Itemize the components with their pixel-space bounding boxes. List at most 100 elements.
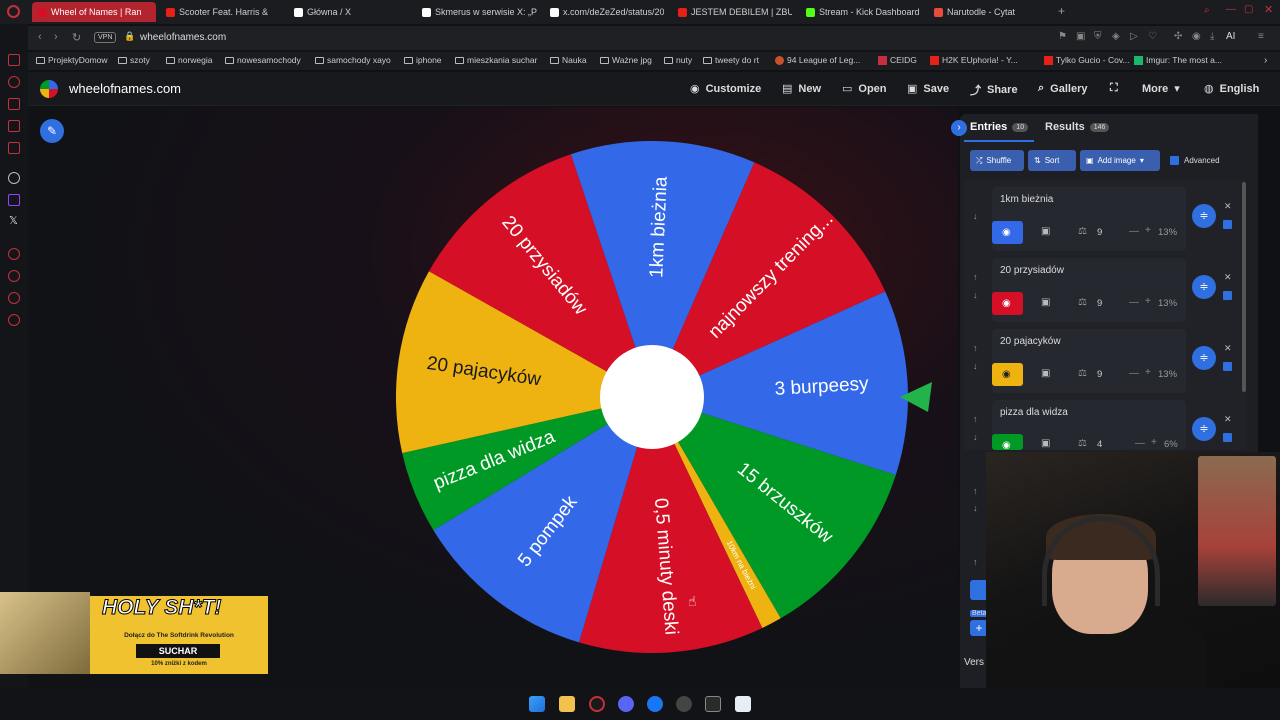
weight-minus-button[interactable]: —: [1135, 438, 1145, 449]
tab-results[interactable]: Results 146: [1045, 121, 1110, 133]
opera-gx-icon[interactable]: [589, 696, 605, 712]
entry-enabled-checkbox[interactable]: [1223, 433, 1232, 442]
weight-plus-button[interactable]: +: [1151, 437, 1157, 448]
image-icon[interactable]: ▣: [1041, 438, 1050, 449]
windows-start-icon[interactable]: [529, 696, 545, 712]
new-button[interactable]: ▤ New: [782, 82, 821, 96]
weight-plus-button[interactable]: +: [1145, 367, 1151, 378]
discord-icon[interactable]: [618, 696, 634, 712]
bookmark-item[interactable]: H2K EUphoria! - Y...: [930, 55, 1018, 65]
back-icon[interactable]: ‹: [38, 31, 42, 43]
instagram-icon[interactable]: [8, 98, 20, 110]
bookmark-item[interactable]: Ważne jpg: [600, 55, 652, 65]
shield-icon[interactable]: ⛨: [1094, 31, 1102, 42]
bookmark-item[interactable]: mieszkania suchar: [455, 55, 537, 65]
move-down-icon[interactable]: ↓: [973, 361, 978, 371]
move-up-icon[interactable]: ↑: [973, 486, 978, 496]
weight-plus-button[interactable]: +: [1145, 225, 1151, 236]
entry-enabled-checkbox[interactable]: [1223, 220, 1232, 229]
bookmark-item[interactable]: 94 League of Leg...: [775, 55, 860, 65]
history-icon[interactable]: [8, 248, 20, 260]
messenger-icon[interactable]: [8, 54, 20, 66]
move-up-icon[interactable]: ↑: [973, 414, 978, 424]
open-button[interactable]: ▭ Open: [842, 82, 887, 96]
entries-scrollbar[interactable]: [1242, 182, 1246, 392]
fullscreen-button[interactable]: ⛶: [1110, 82, 1118, 95]
image-icon[interactable]: ▣: [1041, 368, 1050, 379]
bookmark-item[interactable]: nowesamochody: [225, 55, 301, 65]
move-up-icon[interactable]: ↑: [973, 557, 978, 567]
bookmark-item[interactable]: CEIDG: [878, 55, 917, 65]
tab-wheel-of-names[interactable]: Wheel of Names | Ran: [32, 2, 156, 22]
chatgpt-icon[interactable]: [8, 172, 20, 184]
entry-enabled-checkbox[interactable]: [1223, 291, 1232, 300]
opera-logo-icon[interactable]: [7, 5, 20, 18]
delete-entry-icon[interactable]: ✕: [1224, 343, 1232, 354]
move-up-icon[interactable]: ↑: [973, 343, 978, 353]
entry-name-field[interactable]: 1km bieżnia: [1000, 194, 1053, 205]
download-icon[interactable]: ⤓: [1210, 31, 1214, 42]
wheel-logo-icon[interactable]: [40, 80, 58, 98]
weight-minus-button[interactable]: —: [1129, 226, 1139, 237]
new-tab-button[interactable]: +: [1058, 4, 1065, 18]
entry-options-icon[interactable]: ≑: [1192, 275, 1216, 299]
weight-field[interactable]: 9: [1097, 227, 1102, 238]
mail-icon[interactable]: [8, 142, 20, 154]
entry-enabled-checkbox[interactable]: [1223, 362, 1232, 371]
notepad-icon[interactable]: [735, 696, 751, 712]
bookmark-icon[interactable]: ⚑: [1058, 31, 1067, 42]
bookmark-item[interactable]: Imgur: The most a...: [1134, 55, 1222, 65]
extensions-icon[interactable]: ✣: [1174, 31, 1182, 42]
tab-x-status[interactable]: x.com/deZeZed/status/20: [550, 2, 664, 22]
bookmark-item[interactable]: samochody xayo: [315, 55, 391, 65]
entry-color-button[interactable]: ◉: [992, 434, 1023, 451]
weight-minus-button[interactable]: —: [1129, 368, 1139, 379]
snapshot-icon[interactable]: ▣: [1076, 31, 1085, 42]
image-icon[interactable]: ▣: [1041, 297, 1050, 308]
entry-color-button[interactable]: ◉: [992, 221, 1023, 244]
play-icon[interactable]: ▷: [1130, 31, 1138, 42]
maximize-button[interactable]: ▢: [1244, 4, 1253, 15]
minimize-button[interactable]: —: [1226, 4, 1236, 15]
move-down-icon[interactable]: ↓: [973, 432, 978, 442]
bookmark-item[interactable]: nuty: [664, 55, 692, 65]
weight-field[interactable]: 4: [1097, 439, 1102, 450]
bookmark-item[interactable]: Tylko Gucio - Cov...: [1044, 55, 1130, 65]
bookmark-item[interactable]: Nauka: [550, 55, 587, 65]
entry-name-field[interactable]: pizza dla widza: [1000, 407, 1068, 418]
move-up-icon[interactable]: ↑: [973, 272, 978, 282]
close-window-button[interactable]: ✕: [1264, 3, 1273, 16]
tab-x-skmerus[interactable]: Skmerus w serwisie X: „P: [422, 2, 540, 22]
shuffle-button[interactable]: ⤮ Shuffle: [970, 150, 1024, 171]
panel-collapse-icon[interactable]: ›: [951, 120, 967, 136]
tab-x-home[interactable]: Główna / X: [294, 2, 404, 22]
entry-color-button[interactable]: ◉: [992, 292, 1023, 315]
entry-options-icon[interactable]: ≑: [1192, 346, 1216, 370]
tab-entries[interactable]: Entries 10: [970, 121, 1029, 133]
facebook-icon[interactable]: [647, 696, 663, 712]
more-button[interactable]: More ▾: [1142, 82, 1180, 96]
save-button[interactable]: ▣ Save: [907, 82, 949, 96]
tab-kick-dashboard[interactable]: Stream - Kick Dashboard: [806, 2, 924, 22]
weight-plus-button[interactable]: +: [1145, 296, 1151, 307]
entry-name-field[interactable]: 20 pajacyków: [1000, 336, 1061, 347]
reload-icon[interactable]: ↻: [72, 31, 81, 44]
wheel-center-button[interactable]: [600, 345, 704, 449]
add-image-button[interactable]: ▣ Add image ▾: [1080, 150, 1160, 171]
share-button[interactable]: ⤴ Share: [970, 82, 1018, 98]
tab-scooter[interactable]: Scooter Feat. Harris &: [166, 2, 278, 22]
weight-field[interactable]: 9: [1097, 298, 1102, 309]
lock-icon[interactable]: 🔒: [124, 31, 135, 42]
entry-name-field[interactable]: 20 przysiadów: [1000, 265, 1064, 276]
heart-icon[interactable]: ♡: [1148, 31, 1157, 42]
move-down-icon[interactable]: ↓: [973, 290, 978, 300]
url-field[interactable]: wheelofnames.com: [140, 32, 226, 43]
delete-entry-icon[interactable]: ✕: [1224, 414, 1232, 425]
terminal-icon[interactable]: [705, 696, 721, 712]
entry-color-button[interactable]: ◉: [992, 363, 1023, 386]
bookmark-item[interactable]: tweety do rt: [703, 55, 759, 65]
sort-button[interactable]: ⇅ Sort: [1028, 150, 1076, 171]
language-button[interactable]: ◍ English: [1204, 82, 1259, 96]
aria-ai-button[interactable]: AI: [1226, 31, 1235, 42]
bookmark-item[interactable]: norwegia: [166, 55, 213, 65]
